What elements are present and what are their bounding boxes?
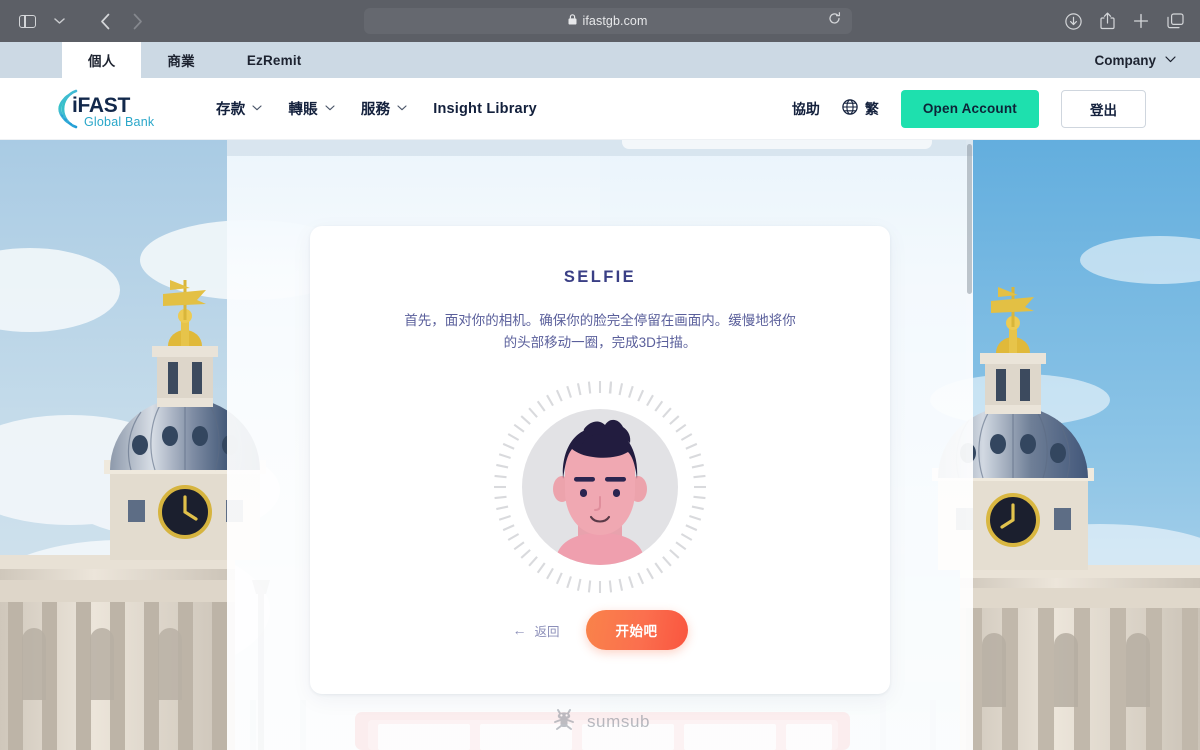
site-tabs: 個人 商業 EzRemit [0,42,327,78]
nav-item-insight-library[interactable]: Insight Library [433,101,537,117]
selfie-illustration [492,379,708,595]
plus-icon[interactable] [1132,12,1150,30]
primary-nav: 存款 轉賬 服務 Insight Library [216,98,537,119]
site-tab-personal[interactable]: 個人 [62,42,142,78]
sumsub-wordmark: sumsub [586,711,651,731]
company-dropdown[interactable]: Company [1094,42,1200,78]
share-icon[interactable] [1098,12,1116,30]
nav-item-deposits-label: 存款 [216,102,246,118]
chevron-down-icon [1165,54,1176,66]
nav-item-transfers[interactable]: 轉賬 [288,98,335,119]
nav-item-transfers-label: 轉賬 [288,102,318,118]
globe-icon [842,99,858,118]
site-header: iFAST Global Bank 存款 轉賬 服務 Insight Libra… [0,78,1200,140]
panel-scrollbar-thumb[interactable] [967,144,972,294]
ifast-global-bank-logo-icon: iFAST Global Bank [58,89,155,129]
page-title: SELFIE [563,268,637,286]
sidebar-toggle-icon [18,14,36,28]
help-link[interactable]: 協助 [792,99,820,119]
language-selector[interactable]: 繁 [842,99,879,119]
nav-item-services-label: 服務 [360,102,391,118]
sumsub-branding: sumsub [227,707,973,736]
chevron-down-icon [325,103,335,114]
nav-back-button[interactable] [90,8,120,34]
site-tab-strip: 個人 商業 EzRemit Company [0,42,1200,78]
browser-window: ifastgb.com 個人 商業 EzRemit Company iFAST … [0,0,1200,750]
site-tab-business[interactable]: 商業 [141,42,220,78]
logout-button[interactable]: 登出 [1061,89,1146,128]
chevron-down-icon [397,103,407,114]
sumsub-logo-icon [550,707,578,736]
back-button[interactable]: ← 返回 [512,621,559,640]
lock-icon [568,14,577,28]
panel-top-handle [622,140,932,149]
selfie-card: SELFIE 首先，面对你的相机。确保你的脸完全停留在画面内。缓慢地将你的头部移… [310,226,890,694]
selfie-face-scan-icon [494,380,706,593]
svg-text:Global Bank: Global Bank [84,115,155,129]
url-text: ifastgb.com [582,14,648,28]
forward-arrow-icon [133,13,142,29]
downloads-icon[interactable] [1064,12,1082,30]
selfie-instructions: 首先，面对你的相机。确保你的脸完全停留在画面内。缓慢地将你的头部移动一圈，完成3… [404,313,796,351]
nav-forward-button[interactable] [122,8,152,34]
back-arrow-icon [100,13,109,29]
ifast-logo[interactable]: iFAST Global Bank [56,86,164,132]
company-dropdown-label: Company [1094,52,1156,68]
svg-text:iFAST: iFAST [72,94,130,117]
panel-scrollbar-track[interactable] [966,140,973,750]
site-tab-ezremit[interactable]: EzRemit [221,42,328,78]
toolbar-right-controls [1064,12,1200,30]
header-right-actions: 協助 繁 Open Account 登出 [792,89,1200,128]
start-button[interactable]: 开始吧 [585,610,688,650]
card-action-row: ← 返回 开始吧 [310,610,890,650]
language-label: 繁 [864,100,879,117]
back-arrow-icon: ← [512,622,527,638]
site-tab-ezremit-label: EzRemit [246,52,302,68]
sidebar-options-button[interactable] [44,8,74,34]
back-button-label: 返回 [534,624,560,639]
chevron-down-icon [252,103,262,114]
site-tab-business-label: 商業 [167,54,195,69]
nav-item-deposits[interactable]: 存款 [216,98,262,119]
browser-toolbar: ifastgb.com [0,0,1200,42]
nav-item-insight-library-label: Insight Library [433,100,537,117]
toolbar-left-controls [0,8,152,34]
url-address-bar[interactable]: ifastgb.com [364,8,852,34]
open-account-button[interactable]: Open Account [900,89,1039,128]
toolbar-center: ifastgb.com [152,8,1064,34]
verification-overlay-panel: SELFIE 首先，面对你的相机。确保你的脸完全停留在画面内。缓慢地将你的头部移… [227,140,973,750]
site-tab-personal-label: 個人 [88,54,116,69]
nav-item-services[interactable]: 服務 [361,98,407,119]
reload-icon[interactable] [828,12,841,30]
tab-overview-icon[interactable] [1166,12,1184,30]
sidebar-toggle-button[interactable] [12,8,42,34]
chevron-down-icon [53,18,65,24]
